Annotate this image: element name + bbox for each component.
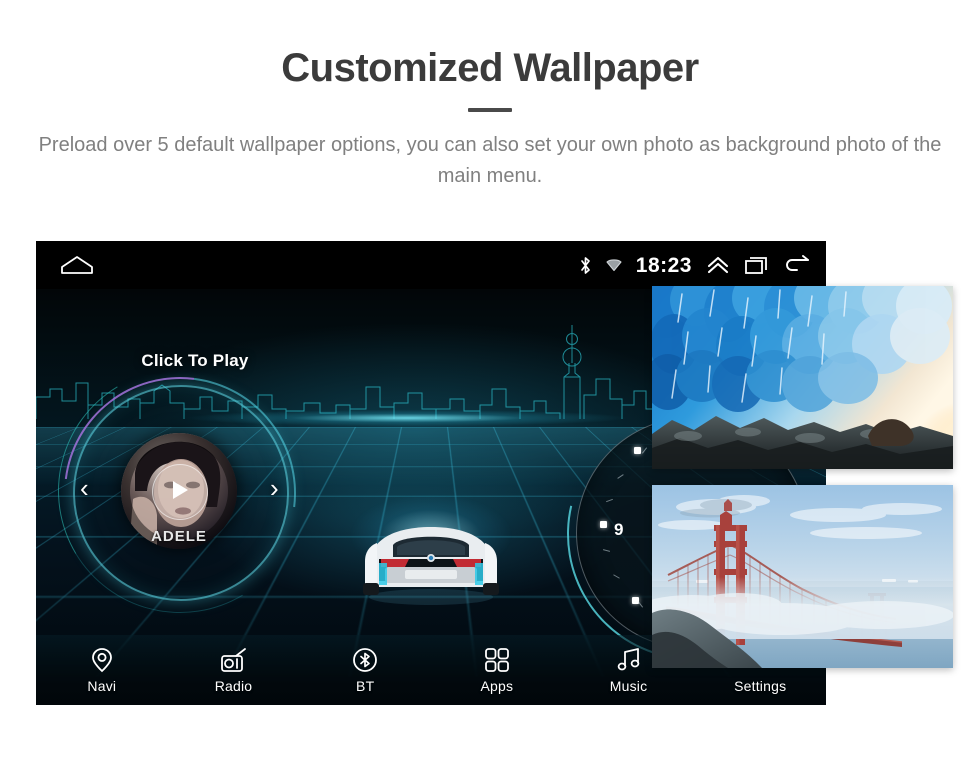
album-artist-label: ADELE xyxy=(151,528,207,545)
click-to-play-label[interactable]: Click To Play xyxy=(70,351,320,371)
bluetooth-icon xyxy=(352,647,378,673)
previous-track-button[interactable]: ‹ xyxy=(80,475,89,501)
back-arrow-icon[interactable] xyxy=(784,255,810,275)
nav-item-radio[interactable]: Radio xyxy=(168,635,300,705)
wallpaper-thumbnail-ice-cave[interactable] xyxy=(652,286,953,469)
nav-label-apps: Apps xyxy=(480,677,514,694)
nav-label-settings: Settings xyxy=(734,677,787,694)
status-bar-clock: 18:23 xyxy=(635,253,692,277)
page-subtitle: Preload over 5 default wallpaper options… xyxy=(38,134,942,187)
bluetooth-icon xyxy=(579,256,592,275)
nav-label-navi: Navi xyxy=(87,677,117,694)
home-icon xyxy=(60,255,94,275)
nav-item-bt[interactable]: BT xyxy=(299,635,431,705)
nav-label-music: Music xyxy=(609,677,648,694)
page-title: Customized Wallpaper xyxy=(281,46,699,90)
ice-cave-image xyxy=(652,286,953,469)
nav-label-bt: BT xyxy=(356,677,375,694)
title-divider xyxy=(468,108,512,112)
wallpaper-thumbnail-golden-gate[interactable] xyxy=(652,485,953,668)
radio-icon xyxy=(220,647,248,673)
car-illustration xyxy=(321,457,541,611)
page-header: Customized Wallpaper Preload over 5 defa… xyxy=(0,0,980,192)
location-pin-icon xyxy=(90,647,114,673)
nav-label-radio: Radio xyxy=(214,677,253,694)
chevron-double-up-icon[interactable] xyxy=(706,255,730,275)
wifi-icon xyxy=(606,258,622,272)
status-bar: 18:23 xyxy=(36,241,826,289)
golden-gate-image xyxy=(652,485,953,668)
gauge-value-label: 9 xyxy=(614,520,624,539)
recent-apps-icon[interactable] xyxy=(744,255,770,275)
status-bar-right-group: 18:23 xyxy=(579,255,810,276)
play-icon xyxy=(170,479,190,506)
home-button[interactable] xyxy=(60,255,94,275)
next-track-button[interactable]: › xyxy=(270,475,279,501)
nav-item-navi[interactable]: Navi xyxy=(36,635,168,705)
music-note-icon xyxy=(616,647,642,673)
nav-item-apps[interactable]: Apps xyxy=(431,635,563,705)
apps-grid-icon xyxy=(484,647,510,673)
music-widget: Click To Play ADELE ‹ › xyxy=(36,330,343,656)
play-button[interactable] xyxy=(152,464,208,520)
